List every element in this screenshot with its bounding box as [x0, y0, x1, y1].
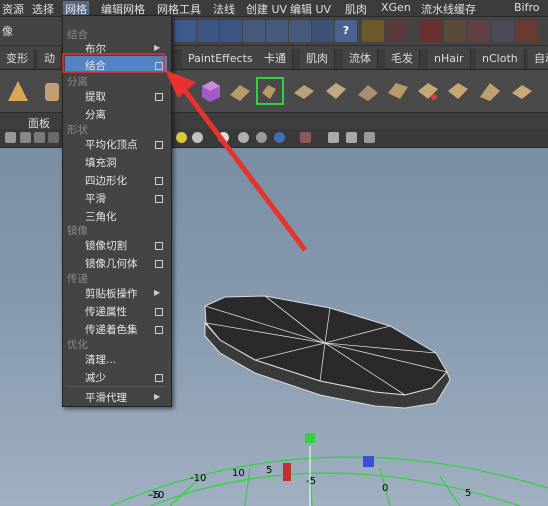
annotation-arrow-icon	[181, 86, 307, 252]
annotation-overlay	[62, 53, 307, 252]
annotation-highlight-box	[62, 53, 165, 73]
